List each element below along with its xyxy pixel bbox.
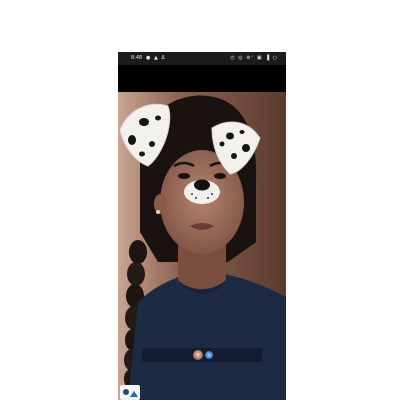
gallery-thumbnail[interactable] xyxy=(120,385,140,400)
status-bar: 8:48 ● ▲ Δ ◴ ◎ ⊚ᶜ ▣ ▐ ○ xyxy=(118,52,286,65)
system-status-icons: ◴ ◎ ⊚ᶜ ▣ ▐ ○ xyxy=(230,55,278,61)
right-eye xyxy=(214,173,226,179)
earring xyxy=(156,210,160,214)
dog-lens-icon[interactable] xyxy=(193,350,203,360)
camera-top-bar xyxy=(118,65,286,92)
phone-screen: 8:48 ● ▲ Δ ◴ ◎ ⊚ᶜ ▣ ▐ ○ xyxy=(118,52,286,400)
ear xyxy=(154,194,166,214)
status-time: 8:48 xyxy=(131,55,143,61)
gallery-icon xyxy=(123,389,138,397)
sparkle-lens-icon[interactable] xyxy=(205,351,213,359)
notification-icons: ● ▲ Δ xyxy=(146,55,166,61)
left-eye xyxy=(178,173,190,179)
